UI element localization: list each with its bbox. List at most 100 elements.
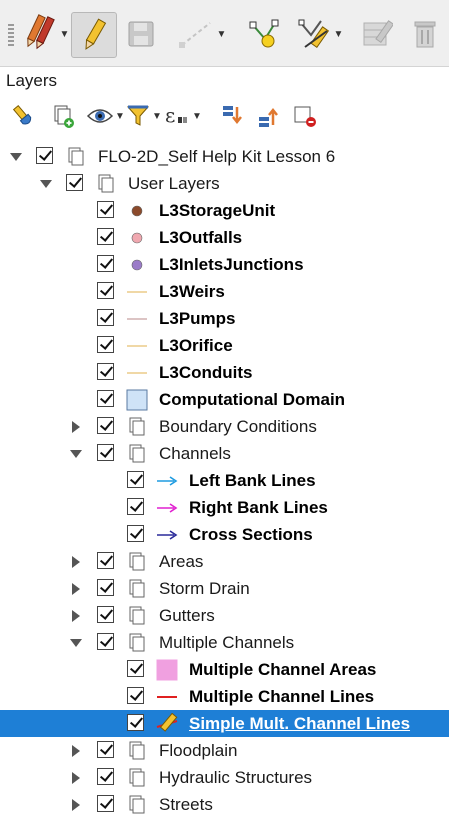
visibility-checkbox[interactable] [97, 201, 114, 218]
toolbar-grip[interactable] [8, 24, 14, 46]
visibility-checkbox[interactable] [36, 147, 53, 164]
layer-label[interactable]: Streets [159, 795, 213, 815]
expand-arrow-right-icon[interactable] [72, 745, 80, 757]
filter-legend-button[interactable]: ▼ [125, 100, 162, 132]
layer-row-multiple-channel-lines[interactable]: Multiple Channel Lines [0, 683, 449, 710]
layer-label[interactable]: Cross Sections [189, 525, 313, 545]
modify-attributes-button[interactable]: ▼ [289, 12, 351, 56]
visibility-checkbox[interactable] [127, 660, 144, 677]
expand-arrow-down-icon[interactable] [10, 153, 22, 161]
layer-row-l3weirs[interactable]: L3Weirs [0, 278, 449, 305]
chevron-down-icon[interactable]: ▼ [152, 111, 162, 122]
layer-label[interactable]: Multiple Channel Lines [189, 687, 374, 707]
visibility-checkbox[interactable] [66, 174, 83, 191]
visibility-checkbox[interactable] [97, 390, 114, 407]
style-manager-button[interactable] [10, 100, 36, 132]
visibility-checkbox[interactable] [97, 606, 114, 623]
layer-row-simple-mult-channel-lines[interactable]: Simple Mult. Channel Lines [0, 710, 449, 737]
layer-row-right-bank-lines[interactable]: Right Bank Lines [0, 494, 449, 521]
visibility-checkbox[interactable] [97, 417, 114, 434]
layer-row-l3outfalls[interactable]: L3Outfalls [0, 224, 449, 251]
layer-label[interactable]: L3Pumps [159, 309, 236, 329]
layer-label[interactable]: Areas [159, 552, 203, 572]
expand-arrow-right-icon[interactable] [72, 556, 80, 568]
visibility-checkbox[interactable] [97, 633, 114, 650]
layer-row-multiple-channels[interactable]: Multiple Channels [0, 629, 449, 656]
add-feature-button[interactable]: ▼ [170, 12, 232, 56]
visibility-checkbox[interactable] [127, 525, 144, 542]
manage-visibility-button[interactable]: ▼ [86, 100, 125, 132]
layer-row-user-layers[interactable]: User Layers [0, 170, 449, 197]
layer-label[interactable]: Gutters [159, 606, 215, 626]
layer-label[interactable]: Simple Mult. Channel Lines [189, 714, 410, 734]
visibility-checkbox[interactable] [97, 363, 114, 380]
layer-label[interactable]: Hydraulic Structures [159, 768, 312, 788]
vertex-tool-button[interactable] [244, 12, 284, 56]
layer-row-l3storageunit[interactable]: L3StorageUnit [0, 197, 449, 224]
layer-row-computational-domain[interactable]: Computational Domain [0, 386, 449, 413]
expand-arrow-down-icon[interactable] [70, 450, 82, 458]
delete-selected-button[interactable] [405, 12, 445, 56]
visibility-checkbox[interactable] [97, 768, 114, 785]
layer-label[interactable]: Boundary Conditions [159, 417, 317, 437]
visibility-checkbox[interactable] [97, 309, 114, 326]
layer-label[interactable]: L3StorageUnit [159, 201, 275, 221]
visibility-checkbox[interactable] [97, 444, 114, 461]
expand-arrow-down-icon[interactable] [40, 180, 52, 188]
expand-arrow-right-icon[interactable] [72, 772, 80, 784]
expand-arrow-right-icon[interactable] [72, 421, 80, 433]
layer-label[interactable]: L3InletsJunctions [159, 255, 304, 275]
layer-label[interactable]: L3Weirs [159, 282, 225, 302]
chevron-down-icon[interactable]: ▼ [334, 29, 344, 40]
visibility-checkbox[interactable] [97, 741, 114, 758]
layer-row-hydraulic-structures[interactable]: Hydraulic Structures [0, 764, 449, 791]
visibility-checkbox[interactable] [127, 471, 144, 488]
layer-row-areas[interactable]: Areas [0, 548, 449, 575]
visibility-checkbox[interactable] [127, 687, 144, 704]
expand-all-button[interactable] [219, 100, 245, 132]
expand-arrow-right-icon[interactable] [72, 610, 80, 622]
layer-label[interactable]: L3Conduits [159, 363, 253, 383]
chevron-down-icon[interactable]: ▼ [217, 29, 227, 40]
layer-label[interactable]: User Layers [128, 174, 220, 194]
layer-row-storm-drain[interactable]: Storm Drain [0, 575, 449, 602]
filter-expression-button[interactable]: ε ▼ [163, 100, 202, 132]
layer-row-cross-sections[interactable]: Cross Sections [0, 521, 449, 548]
visibility-checkbox[interactable] [127, 714, 144, 731]
layer-row-l3orifice[interactable]: L3Orifice [0, 332, 449, 359]
layer-label[interactable]: Floodplain [159, 741, 237, 761]
layer-row-channels[interactable]: Channels [0, 440, 449, 467]
layer-label[interactable]: Multiple Channel Areas [189, 660, 376, 680]
visibility-checkbox[interactable] [97, 552, 114, 569]
chevron-down-icon[interactable]: ▼ [60, 29, 70, 40]
digitize-tools-button[interactable]: ▼ [24, 12, 70, 56]
layer-label[interactable]: Storm Drain [159, 579, 250, 599]
layer-label[interactable]: Computational Domain [159, 390, 345, 410]
save-edits-button[interactable] [121, 12, 161, 56]
layer-label[interactable]: FLO-2D_Self Help Kit Lesson 6 [98, 147, 335, 167]
expand-arrow-down-icon[interactable] [70, 639, 82, 647]
visibility-checkbox[interactable] [97, 795, 114, 812]
layer-row-flo-2d-self-help-kit-lesson-6[interactable]: FLO-2D_Self Help Kit Lesson 6 [0, 143, 449, 170]
visibility-checkbox[interactable] [97, 282, 114, 299]
layer-row-boundary-conditions[interactable]: Boundary Conditions [0, 413, 449, 440]
toggle-editing-button[interactable] [71, 12, 117, 58]
visibility-checkbox[interactable] [97, 228, 114, 245]
layer-label[interactable]: L3Outfalls [159, 228, 242, 248]
layer-row-streets[interactable]: Streets [0, 791, 449, 818]
add-group-button[interactable] [50, 100, 76, 132]
layer-row-gutters[interactable]: Gutters [0, 602, 449, 629]
visibility-checkbox[interactable] [127, 498, 144, 515]
layer-label[interactable]: L3Orifice [159, 336, 233, 356]
layer-row-left-bank-lines[interactable]: Left Bank Lines [0, 467, 449, 494]
chevron-down-icon[interactable]: ▼ [115, 111, 125, 122]
chevron-down-icon[interactable]: ▼ [192, 111, 202, 122]
layer-row-l3pumps[interactable]: L3Pumps [0, 305, 449, 332]
remove-layer-button[interactable] [292, 100, 318, 132]
layer-row-l3conduits[interactable]: L3Conduits [0, 359, 449, 386]
collapse-all-button[interactable] [255, 100, 281, 132]
layer-row-l3inletsjunctions[interactable]: L3InletsJunctions [0, 251, 449, 278]
visibility-checkbox[interactable] [97, 336, 114, 353]
layer-label[interactable]: Right Bank Lines [189, 498, 328, 518]
layer-label[interactable]: Left Bank Lines [189, 471, 316, 491]
